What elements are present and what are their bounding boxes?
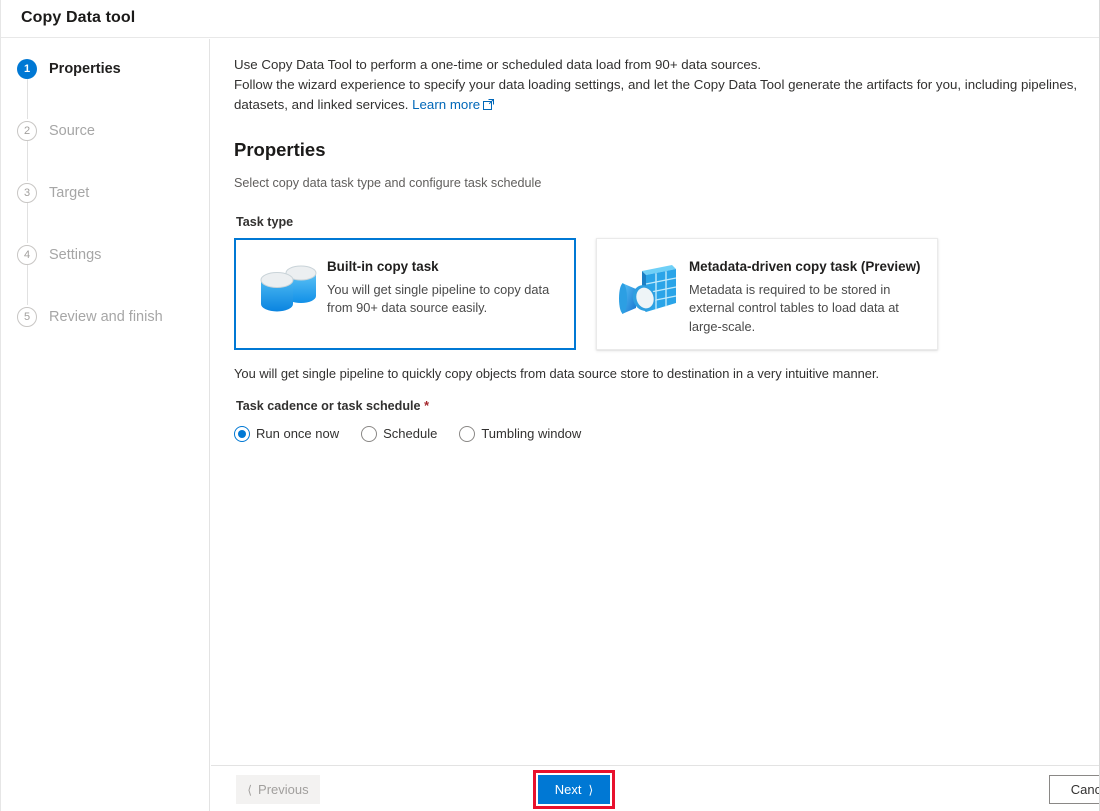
- card-text-metadata-driven: Metadata-driven copy task (Preview) Meta…: [685, 257, 920, 337]
- copy-data-tool-window: Copy Data tool 1 Properties 2 Source 3 Target…: [0, 0, 1100, 811]
- card-title-metadata-driven: Metadata-driven copy task (Preview): [689, 258, 921, 274]
- radio-label: Tumbling window: [481, 426, 582, 442]
- step-label: Settings: [49, 247, 102, 263]
- window-title: Copy Data tool: [21, 9, 136, 26]
- wizard-footer: ⟨ Previous Next ⟩ Cancel: [211, 765, 1099, 811]
- intro-line-2: Follow the wizard experience to specify …: [234, 77, 1078, 113]
- page-title: Properties: [234, 138, 326, 160]
- step-label: Properties: [49, 61, 121, 77]
- sidebar-step-review-and-finish[interactable]: 5 Review and finish: [1, 305, 209, 329]
- task-type-note: You will get single pipeline to quickly …: [234, 365, 880, 381]
- sidebar-step-source[interactable]: 2 Source: [1, 119, 209, 143]
- step-label: Source: [49, 123, 95, 139]
- step-number-badge: 5: [17, 307, 37, 327]
- task-cadence-label-text: Task cadence or task schedule: [236, 398, 421, 413]
- card-title-built-in: Built-in copy task: [327, 258, 439, 274]
- required-marker: *: [424, 398, 429, 413]
- radio-label: Schedule: [383, 426, 438, 442]
- sidebar-step-settings[interactable]: 4 Settings: [1, 243, 209, 267]
- card-text-built-in: Built-in copy task You will get single p…: [323, 257, 555, 318]
- intro-text: Use Copy Data Tool to perform a one-time…: [234, 55, 1094, 117]
- task-cadence-label: Task cadence or task schedule *: [236, 398, 1099, 413]
- radio-indicator: [361, 425, 378, 442]
- card-description-metadata-driven: Metadata is required to be stored in ext…: [689, 281, 899, 334]
- cancel-button[interactable]: Cancel: [1049, 775, 1099, 804]
- learn-more-label: Learn more: [412, 97, 481, 113]
- radio-schedule[interactable]: Schedule: [361, 425, 438, 442]
- step-label: Review and finish: [49, 309, 163, 325]
- page-subtitle: Select copy data task type and configure…: [234, 175, 542, 190]
- step-number-badge: 4: [17, 245, 37, 265]
- metadata-table-search-icon: [613, 259, 685, 325]
- task-type-label: Task type: [236, 214, 294, 229]
- task-type-card-metadata-driven[interactable]: Metadata-driven copy task (Preview) Meta…: [596, 237, 938, 350]
- external-link-icon: [483, 96, 495, 116]
- step-number-badge: 2: [17, 121, 37, 141]
- step-label: Target: [49, 185, 90, 201]
- main-content: Use Copy Data Tool to perform a one-time…: [211, 39, 1099, 765]
- chevron-right-icon: ⟩: [588, 782, 594, 797]
- step-connector-line: [27, 265, 28, 305]
- next-button-label: Next: [554, 782, 582, 797]
- learn-more-link[interactable]: Learn more: [412, 97, 495, 113]
- wizard-steps-list: 1 Properties 2 Source 3 Target 4 Settings 5 Revie…: [1, 39, 209, 329]
- radio-indicator: [459, 425, 476, 442]
- radio-label: Run once now: [256, 426, 340, 442]
- chevron-left-icon: ⟨: [247, 782, 253, 797]
- radio-run-once-now[interactable]: Run once now: [234, 425, 340, 442]
- card-description-built-in: You will get single pipeline to copy dat…: [327, 281, 550, 316]
- radio-indicator: [234, 425, 250, 442]
- cancel-button-label: Cancel: [1070, 782, 1099, 797]
- wizard-sidebar: 1 Properties 2 Source 3 Target 4 Settings 5 Revie…: [1, 39, 210, 811]
- task-cadence-radio-group: Run once now Schedule Tumbling window: [234, 425, 1099, 442]
- sidebar-step-target[interactable]: 3 Target: [1, 181, 209, 205]
- previous-button-label: Previous: [258, 782, 309, 797]
- step-connector-line: [27, 141, 28, 181]
- sidebar-step-properties[interactable]: 1 Properties: [1, 57, 209, 81]
- database-cylinders-icon: [251, 259, 323, 325]
- next-button[interactable]: Next ⟩: [538, 775, 610, 804]
- step-connector-line: [27, 203, 28, 243]
- task-type-cards: Built-in copy task You will get single p…: [234, 237, 1099, 350]
- window-titlebar: Copy Data tool: [1, 0, 1099, 38]
- task-type-card-built-in[interactable]: Built-in copy task You will get single p…: [234, 237, 576, 350]
- previous-button[interactable]: ⟨ Previous: [236, 775, 320, 804]
- radio-tumbling-window[interactable]: Tumbling window: [459, 425, 582, 442]
- step-connector-line: [27, 79, 28, 119]
- step-number-badge: 1: [17, 59, 37, 79]
- intro-line-1: Use Copy Data Tool to perform a one-time…: [234, 57, 762, 72]
- step-number-badge: 3: [17, 183, 37, 203]
